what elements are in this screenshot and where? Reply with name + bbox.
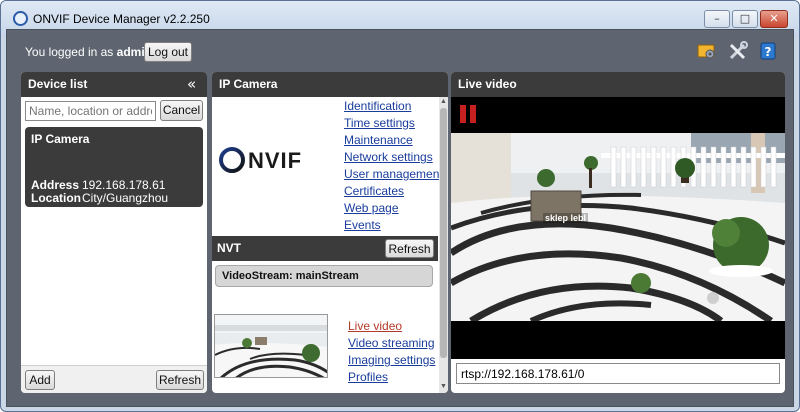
collapse-icon[interactable]: « [187,73,196,95]
maximize-button[interactable]: □ [732,10,758,28]
stream-url-input[interactable] [456,363,780,384]
login-prefix: You logged in as [25,45,114,59]
logout-button[interactable]: Log out [144,42,192,62]
settings-icon[interactable] [697,41,717,61]
stream-thumbnail[interactable] [214,314,328,378]
device-card-ip-camera[interactable]: IP Camera Address 192.168.178.61 Locatio… [25,127,203,207]
device-search-input[interactable] [25,101,156,121]
menu-events[interactable]: Events [344,218,381,232]
video-stream-selector[interactable]: VideoStream: mainStream [215,265,433,287]
login-status: You logged in as admin [25,45,152,59]
stream-menu-imaging-settings[interactable]: Imaging settings [348,353,435,367]
onvif-logo-text: NVIF [248,148,303,173]
menu-maintenance[interactable]: Maintenance [344,133,413,147]
stream-menu-profiles[interactable]: Profiles [348,370,388,384]
cancel-search-button[interactable]: Cancel [160,100,203,121]
onvif-logo: NVIF [218,146,324,177]
nvt-refresh-button[interactable]: Refresh [385,239,434,258]
live-video-panel: Live video sklep lebl rtsp://192.168.178… [451,72,785,393]
minimize-button[interactable]: – [704,10,730,28]
pause-icon-bar-left [460,105,466,123]
device-name: IP Camera [31,132,90,146]
menu-certificates[interactable]: Certificates [344,184,404,198]
app-window: ONVIF Device Manager v2.2.250 – □ ✕ You … [0,0,800,412]
help-icon[interactable]: ? [758,41,778,61]
ip-camera-scrollbar[interactable]: ▲ ▼ [439,97,448,393]
pause-icon[interactable] [470,105,476,123]
scrollbar-thumb[interactable] [440,108,447,358]
menu-user-management[interactable]: User management [344,167,443,181]
device-location: City/Guangzhou [82,191,169,205]
tools-icon[interactable] [728,41,748,61]
device-list-title: Device list [21,72,207,97]
menu-network-settings[interactable]: Network settings [344,150,433,164]
video-viewport[interactable]: sklep lebl [451,97,785,359]
stream-menu-live-video[interactable]: Live video [348,319,402,333]
ip-camera-title: IP Camera [212,72,448,97]
device-list-panel: Device list « Cancel IP Camera Address 1… [21,72,207,393]
device-address: 192.168.178.61 [82,178,166,192]
add-device-button[interactable]: Add [25,370,55,390]
window-title: ONVIF Device Manager v2.2.250 [33,12,210,26]
menu-time-settings[interactable]: Time settings [344,116,415,130]
live-video-title: Live video [451,72,785,97]
ip-camera-panel: IP Camera NVIF Identification Time setti… [212,72,448,393]
main-frame: You logged in as admin Log out ? Device … [6,29,794,407]
video-sign-text: sklep lebl [543,213,589,223]
close-button[interactable]: ✕ [760,10,788,28]
device-address-label: Address [31,178,80,192]
menu-identification[interactable]: Identification [344,99,411,113]
device-location-label: Location [31,191,81,205]
refresh-devices-button[interactable]: Refresh [156,370,204,390]
app-icon [13,11,28,26]
menu-web-page[interactable]: Web page [344,201,399,215]
svg-text:?: ? [765,45,772,59]
stream-menu-video-streaming[interactable]: Video streaming [348,336,435,350]
video-frame [451,133,785,321]
